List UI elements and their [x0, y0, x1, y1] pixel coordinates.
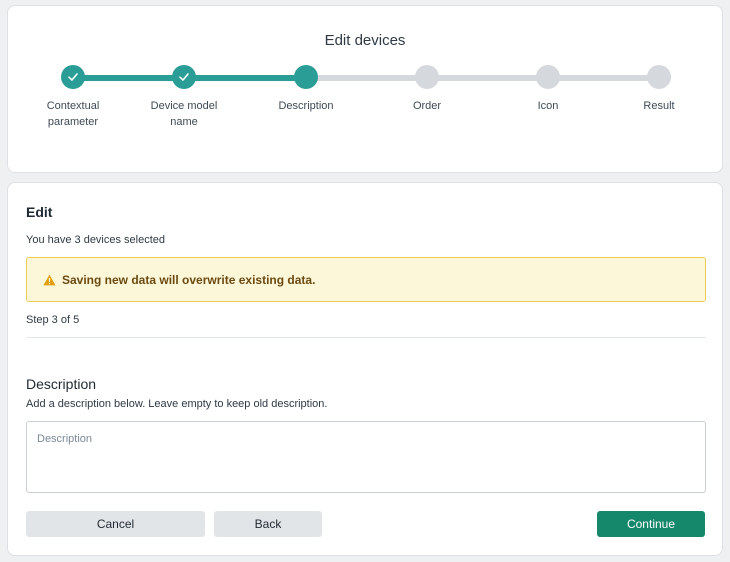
step-6-label: Result	[643, 100, 675, 112]
step-1-dot	[61, 65, 85, 89]
step-2-label: Device model name	[150, 100, 218, 128]
stepper-remaining-track	[306, 75, 659, 81]
step-1-label: Contextual parameter	[46, 100, 100, 128]
continue-button[interactable]: Continue	[597, 511, 705, 537]
step-5-label: Icon	[537, 100, 559, 112]
step-2-dot	[172, 65, 196, 89]
stepper-title: Edit devices	[324, 32, 406, 49]
cancel-button[interactable]: Cancel	[26, 511, 205, 537]
step-3-dot	[294, 65, 318, 89]
stepper-card: Edit devices Contextual parameter Device…	[7, 5, 723, 173]
description-heading: Description	[26, 376, 97, 392]
back-button[interactable]: Back	[214, 511, 322, 537]
warning-text: Saving new data will overwrite existing …	[62, 272, 316, 287]
step-4-dot	[415, 65, 439, 89]
step-5-dot	[536, 65, 560, 89]
step-6-dot	[647, 65, 671, 89]
step-4-label: Order	[412, 100, 442, 112]
check-icon	[179, 73, 189, 81]
edit-heading: Edit	[26, 204, 53, 220]
step-3-label: Description	[278, 100, 334, 112]
divider	[26, 337, 706, 338]
check-icon	[68, 73, 78, 81]
selected-devices-text: You have 3 devices selected	[26, 234, 166, 246]
warning-banner: Saving new data will overwrite existing …	[26, 257, 706, 302]
step-counter: Step 3 of 5	[26, 314, 80, 326]
warning-triangle-icon	[43, 274, 56, 285]
description-input[interactable]	[26, 421, 706, 493]
edit-card: Edit You have 3 devices selected Saving …	[7, 182, 723, 556]
description-help-text: Add a description below. Leave empty to …	[26, 398, 328, 410]
